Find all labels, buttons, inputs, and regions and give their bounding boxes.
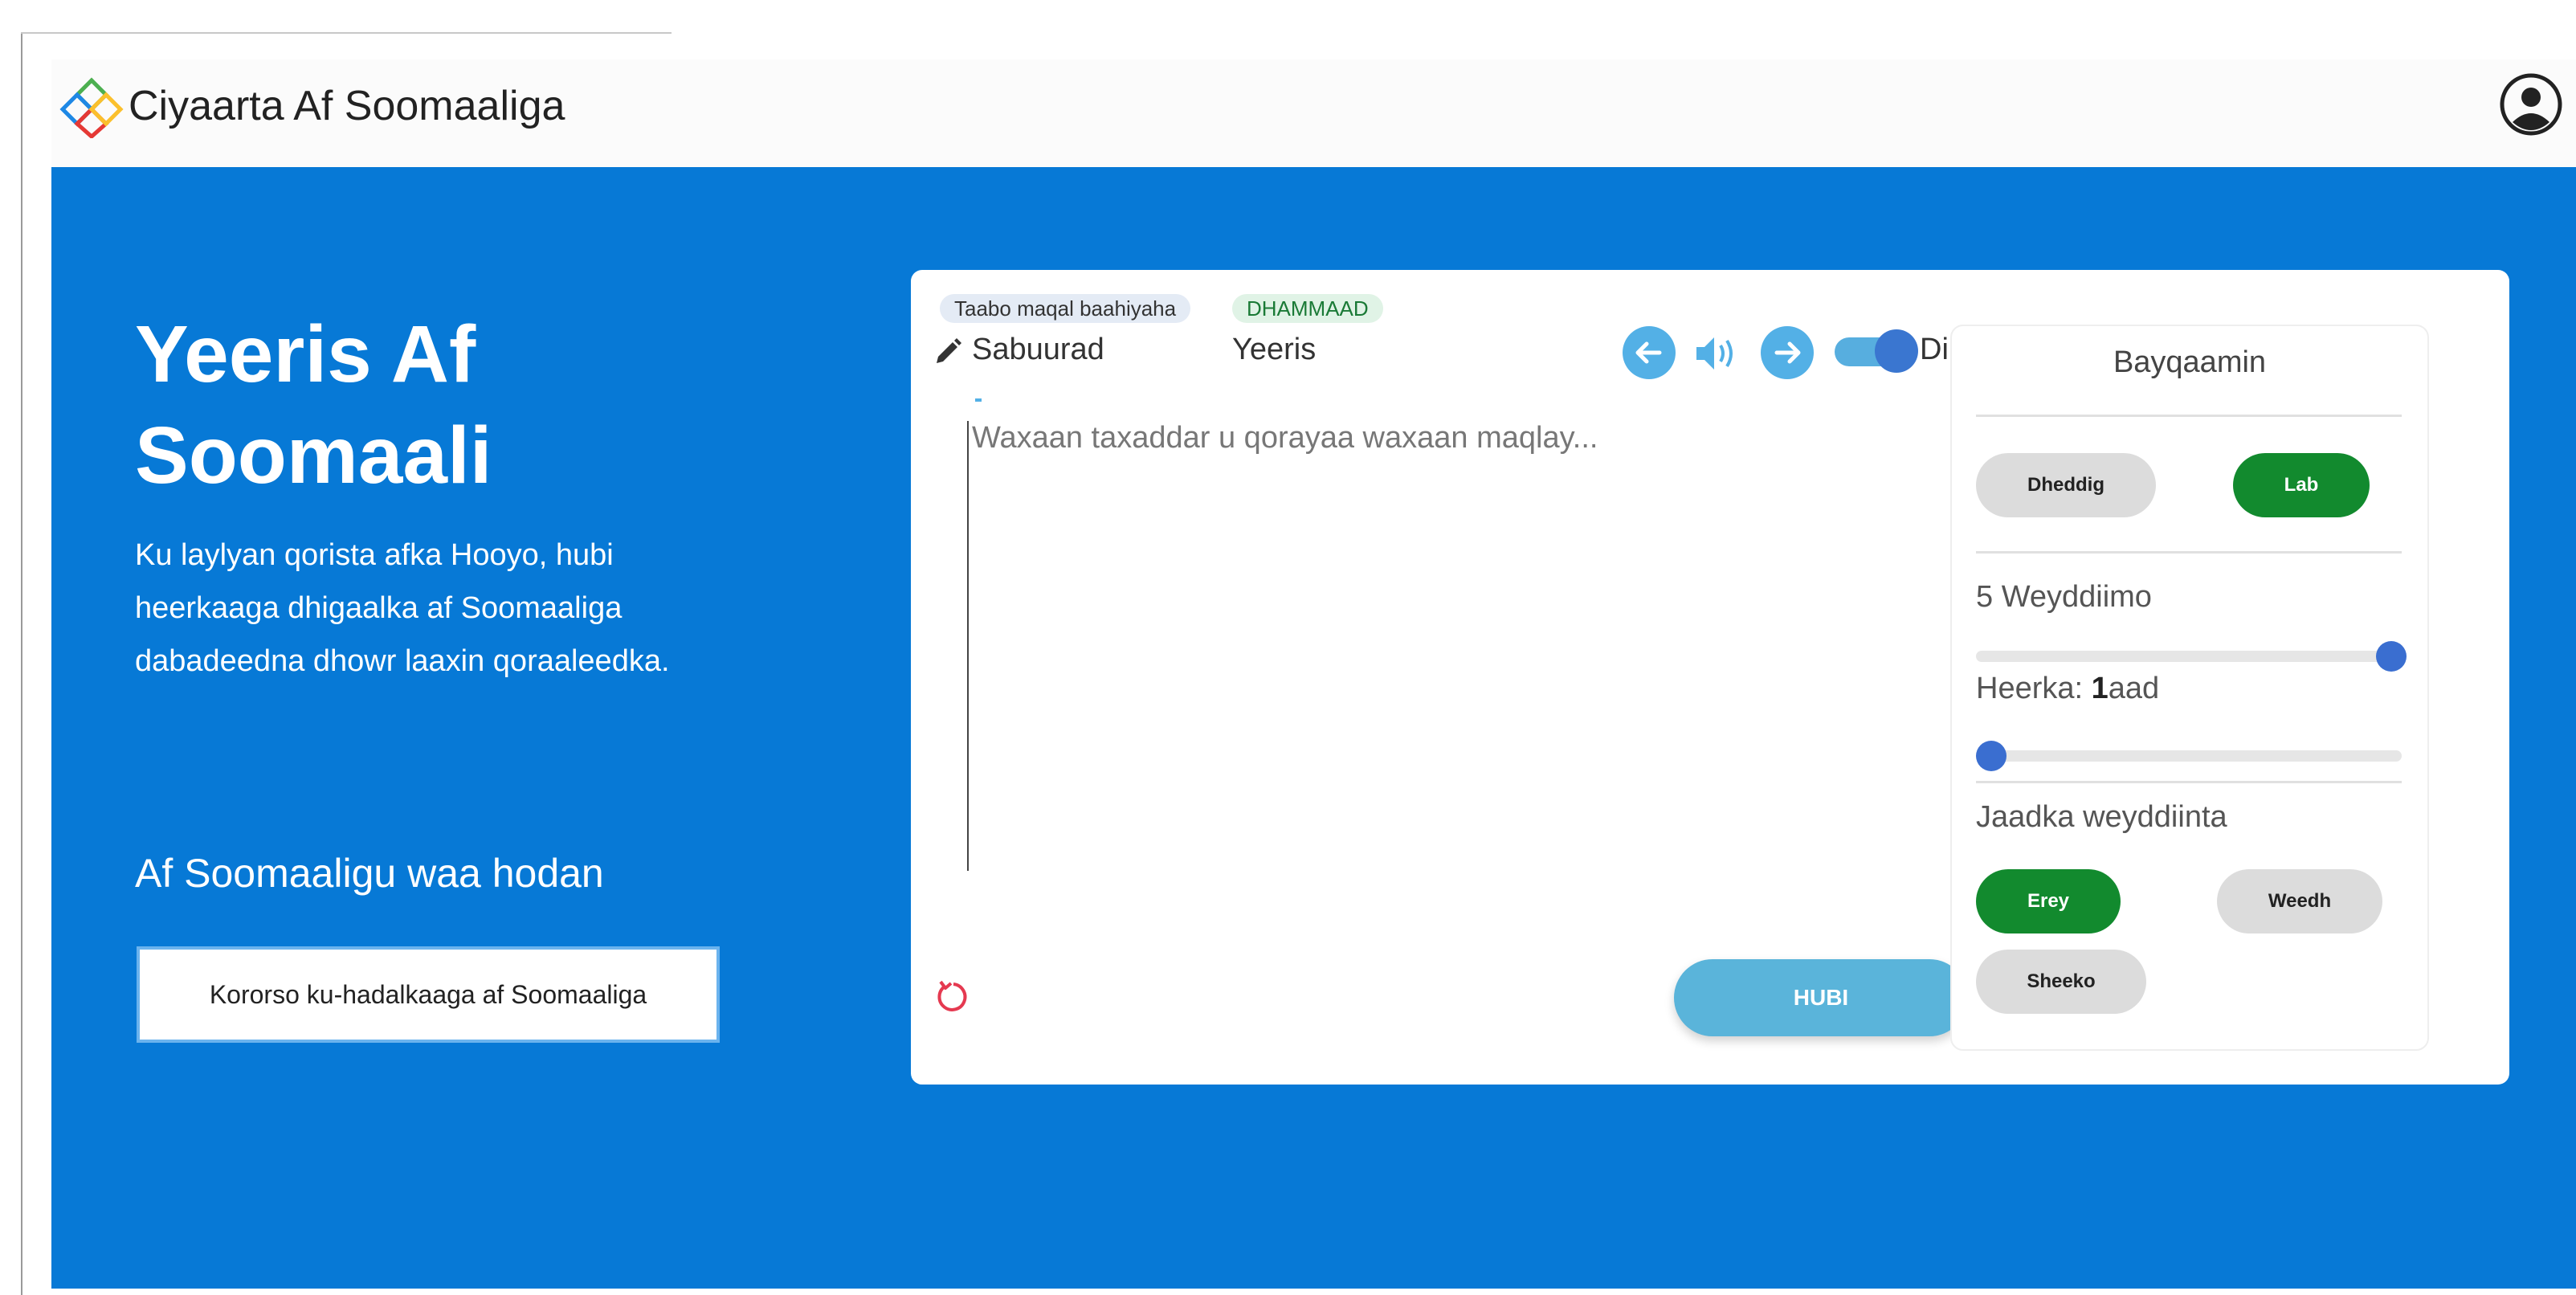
cursor-mark — [975, 398, 982, 402]
level-number: 1 — [2091, 672, 2109, 705]
app-header: Ciyaarta Af Soomaaliga — [51, 59, 2576, 167]
diin-toggle[interactable] — [1835, 329, 1918, 373]
diamond-puzzle-logo[interactable] — [59, 74, 124, 138]
all-badge[interactable]: DHAMMAAD — [1232, 294, 1383, 323]
mode-lab-button[interactable]: Lab — [2233, 453, 2370, 517]
app-title: Ciyaarta Af Soomaaliga — [129, 83, 565, 129]
level-prefix: Heerka: — [1976, 672, 2092, 705]
slider-knob[interactable] — [1976, 741, 2007, 771]
slider-knob[interactable] — [2376, 641, 2407, 672]
level-label: Heerka: 1aad — [1976, 672, 2159, 706]
questions-slider[interactable] — [1976, 641, 2407, 672]
question-type-label: Jaadka weyddiinta — [1976, 800, 2227, 834]
hero-title: Yeeris Af Soomaali — [135, 309, 492, 500]
exercise-card: Taabo maqal baahiyaha DHAMMAAD Sabuurad … — [911, 270, 2509, 1085]
settings-title: Bayqaamin — [2113, 345, 2267, 379]
type-erey-button[interactable]: Erey — [1976, 869, 2121, 933]
type-weedh-button[interactable]: Weedh — [2217, 869, 2382, 933]
divider — [1976, 781, 2402, 783]
toggle-knob — [1875, 329, 1918, 373]
slider-rail — [1976, 651, 2402, 662]
window-left-edge — [21, 32, 22, 1295]
refresh-icon[interactable] — [933, 977, 974, 1017]
pencil-icon — [937, 338, 961, 363]
divider — [1976, 551, 2402, 554]
hint-badge[interactable]: Taabo maqal baahiyaha — [940, 294, 1191, 323]
type-sheeko-button[interactable]: Sheeko — [1976, 950, 2146, 1014]
tab-sabuurad[interactable]: Sabuurad — [972, 333, 1104, 367]
divider — [1976, 415, 2402, 417]
answer-input[interactable] — [967, 421, 1904, 871]
account-circle-icon[interactable] — [2499, 72, 2563, 137]
next-button[interactable] — [1761, 326, 1814, 379]
speaker-icon[interactable] — [1692, 331, 1740, 376]
previous-button[interactable] — [1623, 326, 1676, 379]
hero-description: Ku laylyan qorista afka Hooyo, hubi heer… — [135, 538, 670, 678]
check-button[interactable]: HUBI — [1674, 959, 1968, 1036]
mode-dheddig-button[interactable]: Dheddig — [1976, 453, 2156, 517]
slider-rail — [1976, 750, 2402, 762]
hero-slogan: Af Soomaaligu waa hodan — [135, 851, 604, 896]
window-top-edge — [21, 32, 672, 34]
hero-section: Yeeris Af Soomaali Ku laylyan qorista af… — [51, 167, 2576, 1289]
settings-panel: Bayqaamin Dheddig Lab 5 Weyddiimo Heerka… — [1950, 325, 2429, 1051]
arrow-left-icon — [1635, 341, 1662, 364]
questions-label: 5 Weyddiimo — [1976, 580, 2152, 614]
tab-yeeris[interactable]: Yeeris — [1232, 333, 1316, 367]
cta-button[interactable]: Kororso ku-hadalkaaga af Soomaaliga — [137, 946, 720, 1043]
level-suffix: aad — [2108, 672, 2160, 705]
arrow-right-icon — [1774, 341, 1801, 364]
level-slider[interactable] — [1976, 741, 2402, 771]
